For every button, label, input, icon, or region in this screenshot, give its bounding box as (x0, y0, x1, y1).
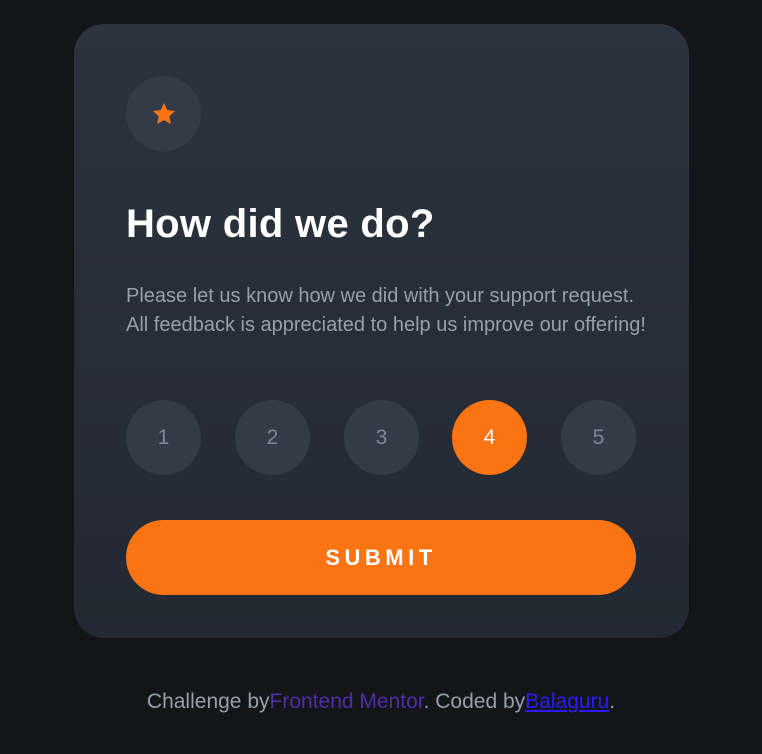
card-title: How did we do? (126, 202, 435, 246)
rating-button-2[interactable]: 2 (235, 400, 310, 475)
rating-button-1[interactable]: 1 (126, 400, 201, 475)
rating-card: How did we do? Please let us know how we… (74, 24, 689, 638)
attribution-prefix: Challenge by (146, 690, 270, 713)
author-link[interactable]: Balaguru (525, 690, 609, 713)
attribution: Challenge byFrontend Mentor. Coded byBal… (0, 690, 762, 714)
card-description: Please let us know how we did with your … (126, 285, 646, 336)
rating-button-4[interactable]: 4 (452, 400, 527, 475)
star-badge (126, 76, 201, 151)
rating-button-5[interactable]: 5 (561, 400, 636, 475)
rating-options: 1 2 3 4 5 (126, 400, 636, 475)
rating-button-3[interactable]: 3 (344, 400, 419, 475)
star-icon (151, 101, 177, 127)
attribution-middle: . Coded by (423, 690, 526, 713)
submit-button[interactable]: SUBMIT (126, 520, 636, 595)
page: How did we do? Please let us know how we… (0, 0, 762, 754)
attribution-suffix: . (609, 690, 616, 713)
frontend-mentor-link[interactable]: Frontend Mentor (270, 690, 424, 713)
